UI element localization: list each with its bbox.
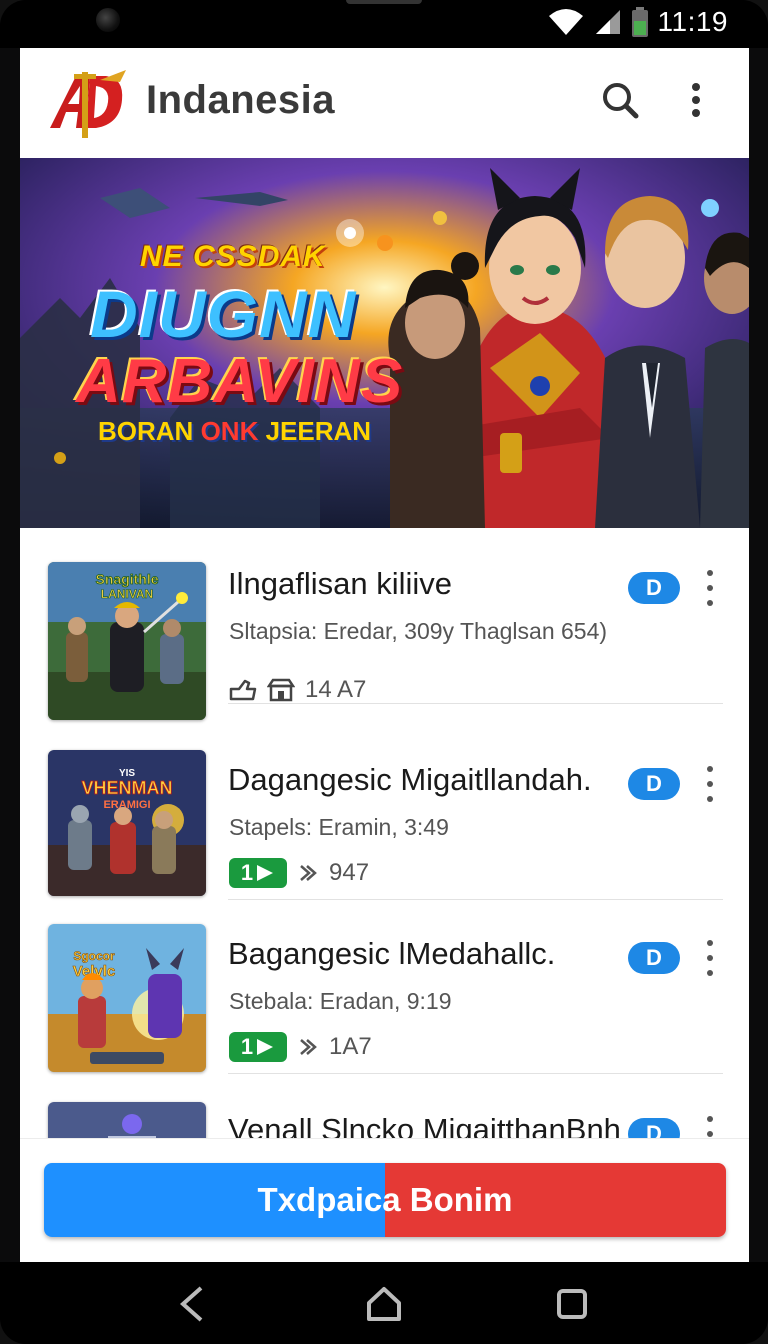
app-logo[interactable] (46, 70, 130, 140)
phone-frame: 11:19 Indanesia NE CSSDAK DIUGNN ARBAVIN… (0, 0, 768, 1344)
item-more-icon[interactable] (698, 1116, 722, 1138)
banner-word-2: ONK (200, 416, 259, 446)
search-icon (603, 83, 639, 119)
game-title[interactable]: Venall Slncko MigaitthanBnh (228, 1112, 628, 1138)
play-badge-label: 1 (240, 1034, 254, 1059)
thumbnail-art (48, 1102, 206, 1138)
list-item[interactable]: Venall Slncko MigaitthanBnh D (20, 1074, 749, 1138)
more-vert-icon (692, 83, 700, 117)
speed-icon (300, 865, 317, 881)
play-badge[interactable]: 1 (229, 1032, 287, 1062)
download-badge[interactable]: D (628, 768, 680, 800)
game-list: Snagithle LANIVAN Ilngaflisan kiliive Sl… (20, 528, 749, 1138)
system-nav-bar (0, 1262, 768, 1344)
promo-banner[interactable]: NE CSSDAK DIUGNN ARBAVINS BORAN ONK JEER… (20, 158, 749, 528)
banner-line-4: BORAN ONK JEERAN (98, 416, 371, 447)
play-badge-label: 1 (240, 860, 254, 885)
search-button[interactable] (596, 76, 644, 124)
game-title[interactable]: Bagangesic lMedahallc. (228, 936, 628, 972)
game-subtitle: Stapels: Eramin, 3:49 (229, 814, 449, 840)
thumbnail-art: YIS VHENMAN ERAMIGI (48, 750, 206, 896)
play-badge[interactable]: 1 (229, 858, 287, 888)
divider (228, 703, 723, 704)
svg-text:VHENMAN: VHENMAN (81, 778, 172, 798)
download-badge[interactable]: D (628, 942, 680, 974)
svg-text:Sgocor: Sgocor (73, 949, 115, 963)
list-item[interactable]: Sgocor Velvlc Bagangesic lMedahallc. Ste… (20, 898, 749, 1074)
list-item[interactable]: Snagithle LANIVAN Ilngaflisan kiliive Sl… (20, 528, 749, 720)
front-camera (96, 8, 120, 32)
cta-button[interactable]: Txdpaica Bonim (44, 1163, 726, 1237)
item-more-icon[interactable] (698, 570, 722, 606)
game-thumbnail[interactable]: Sgocor Velvlc (48, 924, 206, 1072)
game-subtitle: Sltapsia: Eredar, 309y Thaglsan 654) (229, 618, 608, 644)
speed-icon (300, 1039, 317, 1055)
banner-word-3: JEERAN (265, 416, 372, 446)
game-meta: 14 A7 (229, 676, 366, 704)
item-more-icon[interactable] (698, 940, 722, 976)
battery-icon (631, 7, 648, 37)
banner-line-1: NE CSSDAK (140, 240, 326, 273)
overflow-menu-button[interactable] (672, 76, 720, 124)
nav-home-button[interactable] (364, 1284, 404, 1324)
app-bar: Indanesia (20, 48, 749, 158)
app-screen: Indanesia NE CSSDAK DIUGNN ARBAVINS BORA… (20, 48, 749, 1262)
status-icons: 11:19 (548, 4, 729, 40)
nav-recents-button[interactable] (552, 1284, 592, 1324)
banner-line-2: DIUGNN (90, 277, 357, 351)
play-badge-icon (257, 865, 274, 881)
banner-word-1: BORAN (98, 416, 194, 446)
recents-icon (557, 1289, 587, 1319)
banner-headline: NE CSSDAK DIUGNN ARBAVINS BORAN ONK JEER… (20, 158, 749, 528)
thumbnail-art: Snagithle LANIVAN (48, 562, 206, 720)
speaker-slot (346, 0, 422, 4)
home-icon (367, 1287, 401, 1321)
bottom-action-bar: Txdpaica Bonim (20, 1138, 749, 1262)
controller-icon (229, 679, 257, 701)
list-item[interactable]: YIS VHENMAN ERAMIGI Dagangesic Migaitlla… (20, 724, 749, 900)
signal-icon (595, 10, 620, 34)
svg-text:LANIVAN: LANIVAN (101, 587, 153, 601)
game-meta: 1 947 (229, 858, 369, 888)
status-time: 11:19 (657, 6, 728, 37)
game-thumbnail[interactable]: Snagithle LANIVAN (48, 562, 206, 720)
game-meta-value: 947 (329, 859, 370, 886)
back-icon (179, 1286, 203, 1322)
game-thumbnail[interactable] (48, 1102, 206, 1138)
item-more-icon[interactable] (698, 766, 722, 802)
wifi-icon (548, 9, 583, 35)
download-badge[interactable]: D (628, 572, 680, 604)
game-subtitle: Stebala: Eradan, 9:19 (229, 988, 452, 1014)
store-icon (267, 678, 295, 702)
game-thumbnail[interactable]: YIS VHENMAN ERAMIGI (48, 750, 206, 896)
status-bar: 11:19 (0, 0, 768, 48)
svg-text:Snagithle: Snagithle (95, 571, 158, 587)
game-title[interactable]: Dagangesic Migaitllandah. (228, 762, 628, 798)
download-badge[interactable]: D (628, 1118, 680, 1138)
game-title[interactable]: Ilngaflisan kiliive (228, 566, 628, 602)
game-meta: 1 1A7 (229, 1032, 372, 1062)
game-meta-value: 14 A7 (305, 676, 367, 703)
banner-line-3: ARBAVINS (76, 347, 404, 416)
play-badge-icon (257, 1039, 274, 1055)
app-title: Indanesia (146, 78, 336, 122)
thumbnail-art: Sgocor Velvlc (48, 924, 206, 1072)
game-meta-value: 1A7 (329, 1033, 372, 1060)
nav-back-button[interactable] (172, 1284, 212, 1324)
